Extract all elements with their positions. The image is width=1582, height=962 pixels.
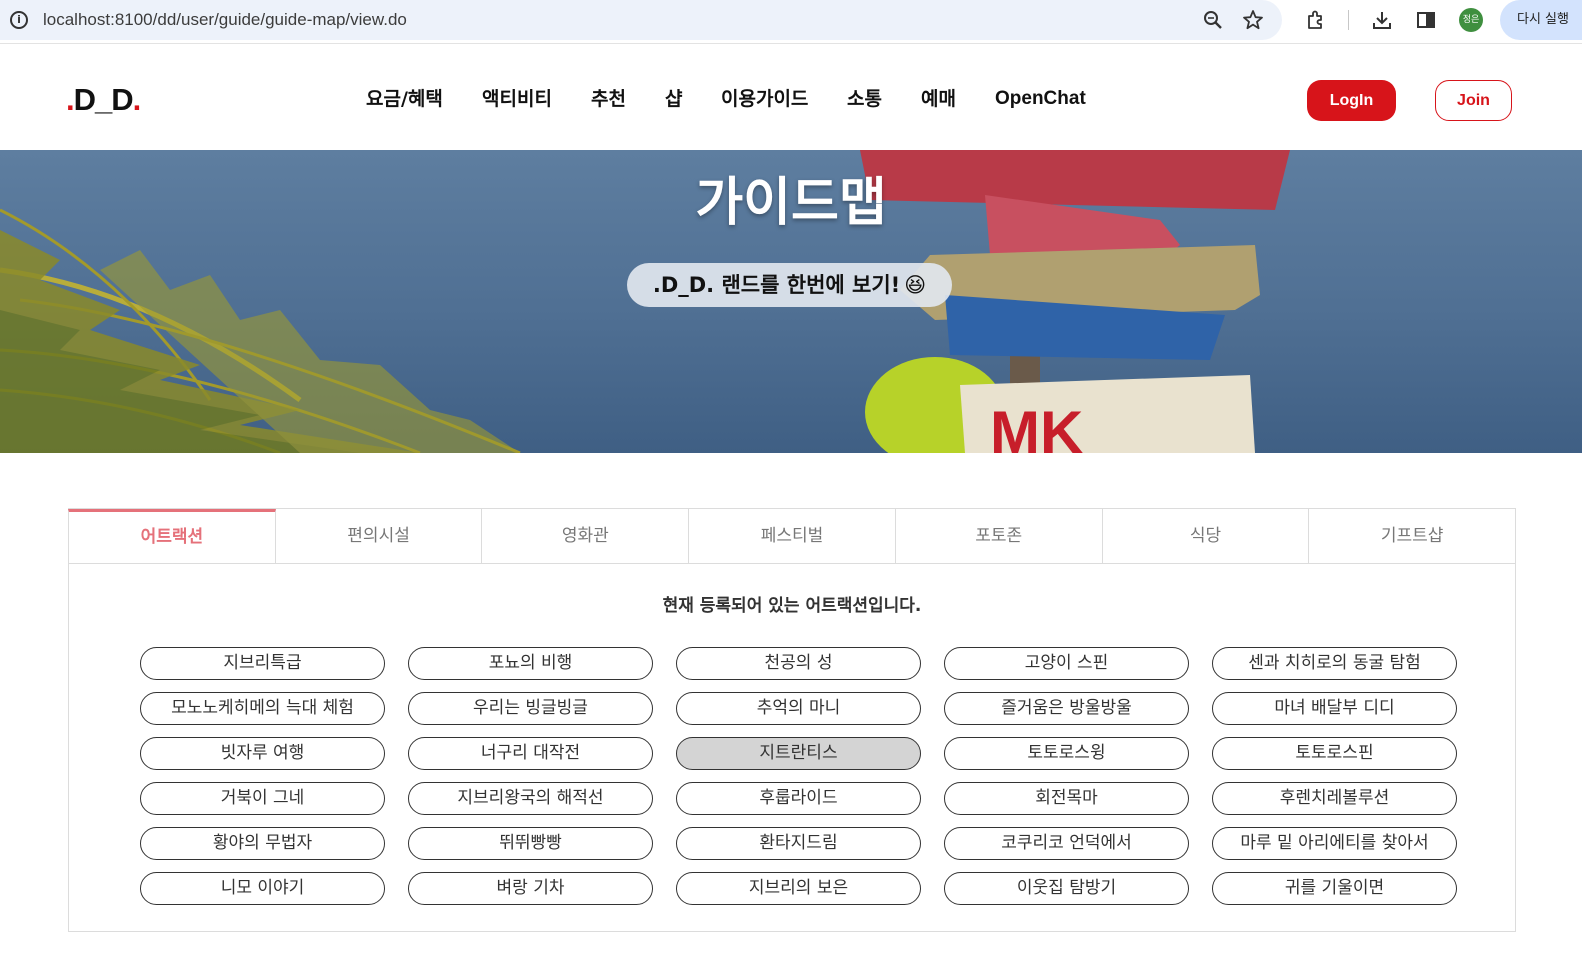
side-panel-icon[interactable]: [1414, 8, 1438, 32]
nav-item-activity[interactable]: 액티비티: [482, 86, 552, 112]
attraction-chip[interactable]: 코쿠리코 언덕에서: [944, 827, 1189, 860]
attraction-chip[interactable]: 귀를 기울이면: [1212, 872, 1457, 905]
attraction-chip[interactable]: 센과 치히로의 동굴 탐험: [1212, 647, 1457, 680]
attraction-chip[interactable]: 모노노케히메의 늑대 체험: [140, 692, 385, 725]
attraction-chip[interactable]: 후렌치레볼루션: [1212, 782, 1457, 815]
nav-item-guide[interactable]: 이용가이드: [721, 86, 808, 112]
attraction-chip[interactable]: 이웃집 탐방기: [944, 872, 1189, 905]
panel-heading: 현재 등록되어 있는 어트랙션입니다.: [662, 596, 922, 616]
attraction-chip[interactable]: 마루 밑 아리에티를 찾아서: [1212, 827, 1457, 860]
attraction-chip[interactable]: 포뇨의 비행: [408, 647, 653, 680]
nav-item-shop[interactable]: 샵: [665, 86, 682, 112]
attraction-panel: 현재 등록되어 있는 어트랙션입니다. 지브리특급 포뇨의 비행 천공의 성 고양이 …: [68, 564, 1516, 932]
extensions-icon[interactable]: [1304, 8, 1328, 32]
join-button[interactable]: Join: [1435, 80, 1512, 121]
relaunch-button[interactable]: 다시 실행: [1500, 0, 1582, 40]
attraction-chip[interactable]: 고양이 스핀: [944, 647, 1189, 680]
attraction-chip[interactable]: 회전목마: [944, 782, 1189, 815]
attraction-chip[interactable]: 너구리 대작전: [408, 737, 653, 770]
attraction-chip[interactable]: 지브리의 보은: [676, 872, 921, 905]
attraction-chip[interactable]: 토토로스윙: [944, 737, 1189, 770]
attraction-chip[interactable]: 황야의 무법자: [140, 827, 385, 860]
logo-dot-left: .: [66, 82, 75, 117]
tab-giftshop[interactable]: 기프트샵: [1309, 509, 1517, 563]
attraction-chip[interactable]: 우리는 빙글빙글: [408, 692, 653, 725]
category-tabs: 어트랙션 편의시설 영화관 페스티벌 포토존 식당 기프트샵: [68, 508, 1517, 564]
zoom-icon[interactable]: [1201, 8, 1225, 32]
hero-title: 가이드맵: [695, 173, 887, 233]
login-button[interactable]: LogIn: [1307, 80, 1396, 121]
attraction-chip[interactable]: 니모 이야기: [140, 872, 385, 905]
tab-facilities[interactable]: 편의시설: [276, 509, 483, 563]
attraction-chip[interactable]: 토토로스핀: [1212, 737, 1457, 770]
hero-subtitle-pill: .D_D. 랜드를 한번에 보기! 😆: [627, 263, 952, 307]
site-logo[interactable]: .D_D.: [66, 80, 142, 120]
attraction-chip[interactable]: 환타지드림: [676, 827, 921, 860]
nav-item-openchat[interactable]: OpenChat: [995, 86, 1086, 112]
site-info-icon[interactable]: i: [10, 11, 28, 29]
site-header: .D_D. 요금/혜택 액티비티 추천 샵 이용가이드 소통 예매 OpenCh…: [0, 50, 1582, 150]
hero-subtitle: .D_D. 랜드를 한번에 보기!: [652, 273, 901, 297]
tab-festival[interactable]: 페스티벌: [689, 509, 896, 563]
nav-item-recommend[interactable]: 추천: [591, 86, 626, 112]
tab-cinema[interactable]: 영화관: [482, 509, 690, 563]
browser-toolbar: i localhost:8100/dd/user/guide/guide-map…: [0, 0, 1582, 44]
logo-dot-right: .: [132, 82, 142, 117]
attraction-chip[interactable]: 뛰뛰빵빵: [408, 827, 653, 860]
nav-item-community[interactable]: 소통: [847, 86, 882, 112]
download-icon[interactable]: [1370, 8, 1394, 32]
attraction-chip[interactable]: 거북이 그네: [140, 782, 385, 815]
address-bar[interactable]: i localhost:8100/dd/user/guide/guide-map…: [0, 0, 1282, 40]
tab-photozone[interactable]: 포토존: [896, 509, 1103, 563]
nav-item-booking[interactable]: 예매: [921, 86, 956, 112]
url-text[interactable]: localhost:8100/dd/user/guide/guide-map/v…: [43, 10, 407, 30]
attraction-chip[interactable]: 지브리왕국의 해적선: [408, 782, 653, 815]
logo-text: D_D: [73, 82, 134, 117]
bookmark-star-icon[interactable]: [1241, 8, 1265, 32]
nav-item-pricing[interactable]: 요금/혜택: [366, 86, 443, 112]
svg-text:MK: MK: [990, 399, 1083, 453]
attraction-chip[interactable]: 빗자루 여행: [140, 737, 385, 770]
attraction-chip[interactable]: 마녀 배달부 디디: [1212, 692, 1457, 725]
attraction-chip[interactable]: 즐거움은 방울방울: [944, 692, 1189, 725]
attraction-chip[interactable]: 추억의 마니: [676, 692, 921, 725]
attraction-chip[interactable]: 천공의 성: [676, 647, 921, 680]
tab-restaurant[interactable]: 식당: [1103, 509, 1310, 563]
hero-banner: MK 가이드맵 .D_D. 랜드를 한번에 보기! 😆: [0, 150, 1582, 453]
attraction-chip[interactable]: 지트란티스: [676, 737, 921, 770]
toolbar-divider: [1348, 10, 1349, 30]
tab-attractions[interactable]: 어트랙션: [68, 509, 276, 563]
profile-avatar[interactable]: 정은: [1459, 8, 1483, 32]
attraction-chip[interactable]: 지브리특급: [140, 647, 385, 680]
attraction-chip[interactable]: 후룹라이드: [676, 782, 921, 815]
attraction-chip[interactable]: 벼랑 기차: [408, 872, 653, 905]
grinning-emoji-icon: 😆: [904, 273, 927, 297]
attraction-grid: 지브리특급 포뇨의 비행 천공의 성 고양이 스핀 센과 치히로의 동굴 탐험모노노케히…: [140, 647, 1457, 905]
